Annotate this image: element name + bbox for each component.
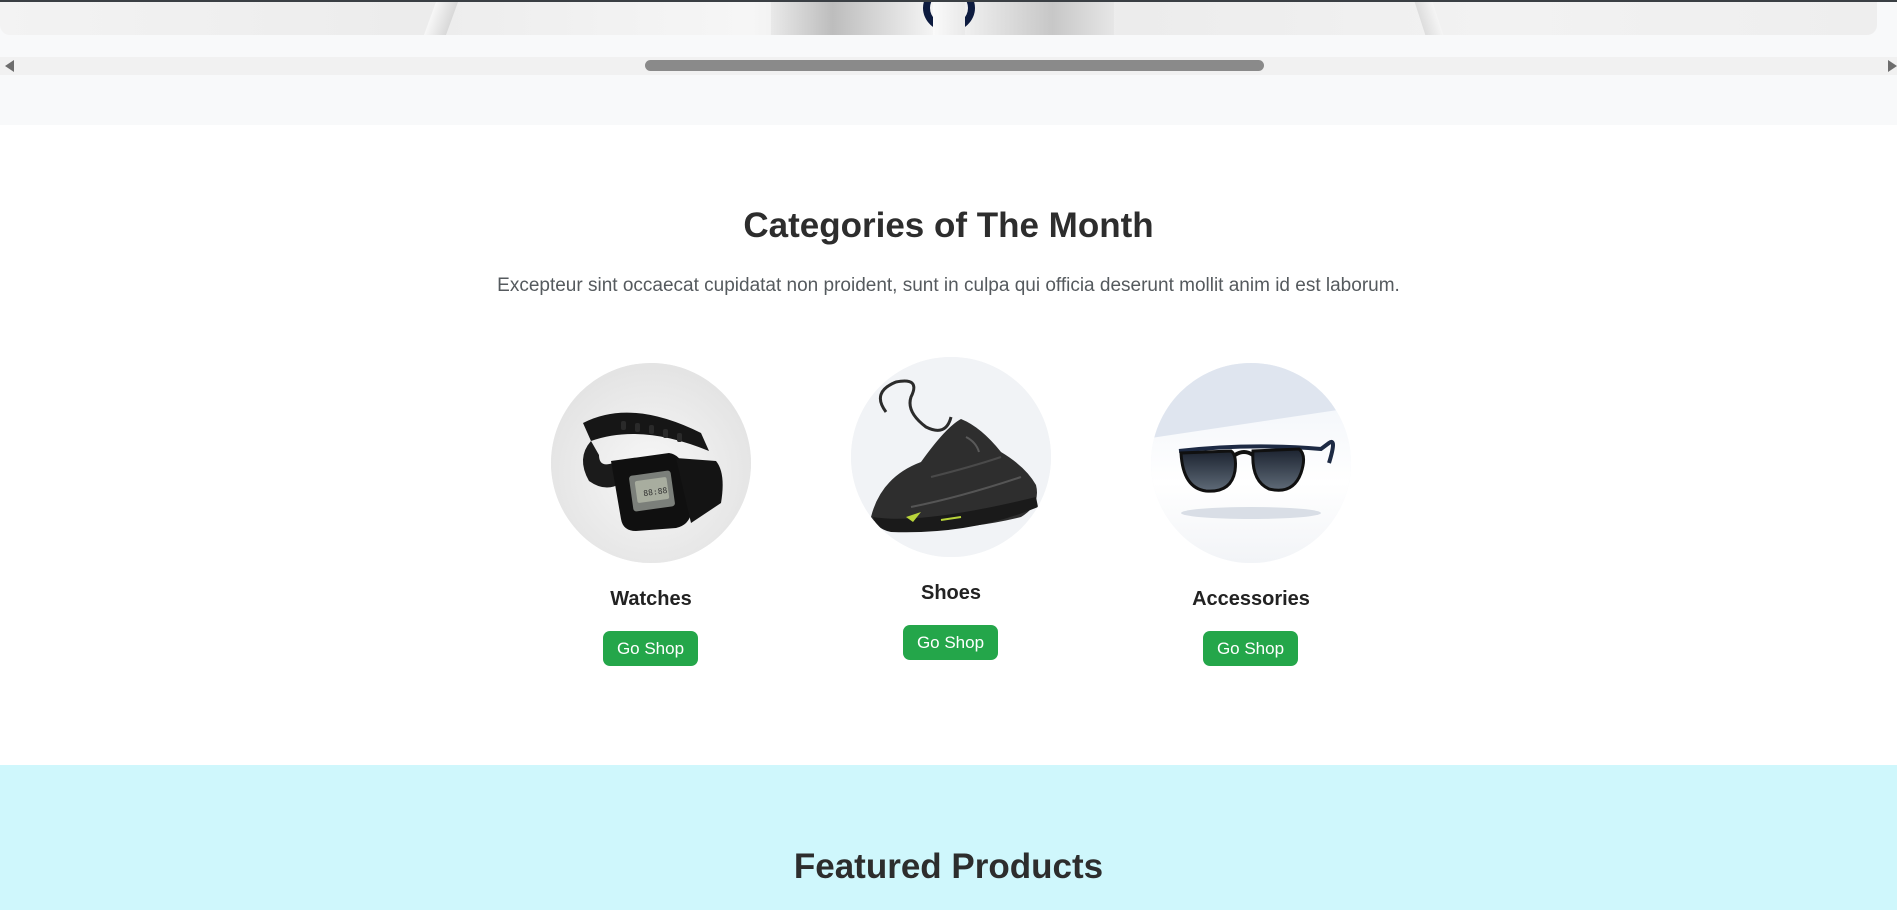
scroll-right-arrow-icon[interactable] bbox=[1888, 60, 1897, 72]
watch-image[interactable]: 88:88 bbox=[551, 363, 751, 563]
categories-description: Excepteur sint occaecat cupidatat non pr… bbox=[497, 275, 1400, 296]
shoe-image[interactable] bbox=[851, 357, 1051, 557]
go-shop-button-accessories[interactable]: Go Shop bbox=[1203, 631, 1298, 666]
go-shop-button-watches[interactable]: Go Shop bbox=[603, 631, 698, 666]
scrollbar-thumb[interactable] bbox=[645, 60, 1264, 71]
featured-products-section: Featured Products bbox=[0, 765, 1897, 910]
shoe-icon bbox=[851, 357, 1051, 557]
category-name-shoes: Shoes bbox=[920, 582, 982, 604]
carousel-section bbox=[0, 0, 1897, 125]
categories-title: Categories of The Month bbox=[743, 206, 1154, 245]
scroll-left-arrow-icon[interactable] bbox=[5, 60, 14, 72]
featured-products-title: Featured Products bbox=[793, 847, 1104, 886]
categories-section: Categories of The Month Excepteur sint o… bbox=[0, 125, 1897, 765]
category-card-watches: 88:88 Watches Go Shop bbox=[546, 363, 756, 673]
category-name-accessories: Accessories bbox=[1192, 588, 1310, 610]
sunglasses-icon bbox=[1151, 363, 1351, 563]
category-card-shoes: Shoes Go Shop bbox=[846, 357, 1056, 667]
category-card-accessories: Accessories Go Shop bbox=[1146, 363, 1356, 673]
hero-image bbox=[0, 2, 1877, 35]
go-shop-button-shoes[interactable]: Go Shop bbox=[903, 625, 998, 660]
sunglasses-image[interactable] bbox=[1151, 363, 1351, 563]
category-name-watches: Watches bbox=[610, 588, 692, 610]
horizontal-scrollbar[interactable] bbox=[0, 57, 1897, 75]
watch-icon: 88:88 bbox=[551, 363, 751, 563]
